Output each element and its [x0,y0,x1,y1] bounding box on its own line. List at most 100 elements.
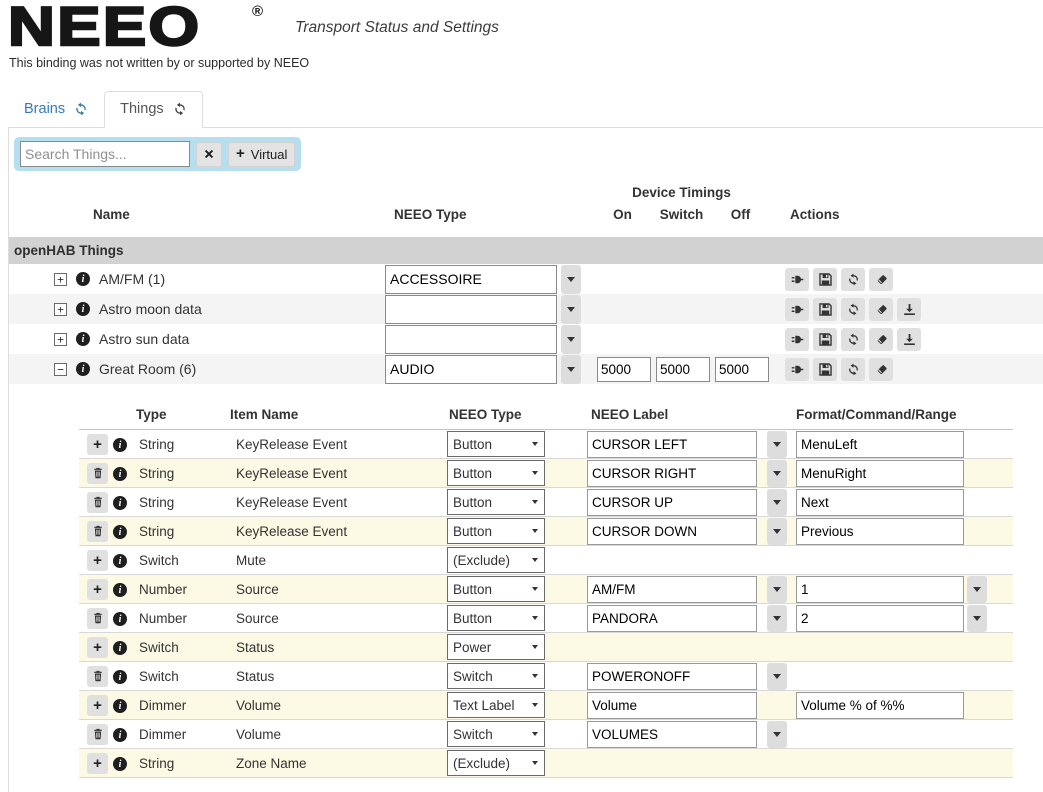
info-icon[interactable]: i [113,554,127,569]
delete-channel-button[interactable] [87,520,108,542]
info-icon[interactable]: i [113,757,127,772]
info-icon[interactable]: i [113,728,127,743]
format-dropdown-button[interactable] [967,575,987,603]
channel-neeo-type-select[interactable]: (Exclude) [447,750,545,776]
format-command-range-input[interactable] [796,488,964,516]
neeo-type-input[interactable] [385,294,557,324]
neeo-label-input[interactable] [587,720,757,748]
channel-neeo-type-select[interactable]: Power [447,634,545,660]
neeo-label-dropdown-button[interactable] [767,488,787,516]
channel-neeo-type-select[interactable]: Switch [447,721,545,747]
add-channel-button[interactable]: + [87,433,108,455]
format-dropdown-button[interactable] [967,604,987,632]
delete-channel-button[interactable] [87,723,108,745]
neeo-label-dropdown-button[interactable] [767,430,787,458]
expand-icon[interactable]: + [54,272,67,286]
timing-switch-input[interactable] [656,356,710,382]
info-icon[interactable]: i [113,467,127,482]
neeo-label-dropdown-button[interactable] [767,459,787,487]
neeo-label-dropdown-button[interactable] [767,662,787,690]
delete-channel-button[interactable] [87,607,108,629]
neeo-label-input[interactable] [587,430,757,458]
delete-channel-button[interactable] [87,462,108,484]
add-virtual-button[interactable]: + Virtual [228,141,296,167]
refresh-button[interactable] [841,267,865,291]
channel-neeo-type-select[interactable]: Button [447,460,545,486]
info-icon[interactable]: i [113,583,127,598]
info-icon[interactable]: i [113,438,127,453]
search-input[interactable] [20,141,190,167]
info-icon[interactable]: i [113,641,127,656]
channel-neeo-type-select[interactable]: Button [447,576,545,602]
eraser-button[interactable] [869,357,893,381]
neeo-label-dropdown-button[interactable] [767,720,787,748]
info-icon[interactable]: i [76,362,90,376]
neeo-label-input[interactable] [587,662,757,690]
channel-neeo-type-select[interactable]: (Exclude) [447,547,545,573]
refresh-icon[interactable] [173,102,187,116]
neeo-label-input[interactable] [587,488,757,516]
neeo-label-input[interactable] [587,459,757,487]
neeo-label-input[interactable] [587,575,757,603]
delete-channel-button[interactable] [87,665,108,687]
refresh-button[interactable] [841,297,865,321]
neeo-type-input[interactable] [385,324,557,354]
format-command-range-input[interactable] [796,430,964,458]
plug-button[interactable] [785,297,809,321]
neeo-label-dropdown-button[interactable] [767,604,787,632]
add-channel-button[interactable]: + [87,752,108,774]
save-button[interactable] [813,357,837,381]
format-command-range-input[interactable] [796,691,964,719]
add-channel-button[interactable]: + [87,549,108,571]
channel-neeo-type-select[interactable]: Button [447,605,545,631]
clear-search-button[interactable] [196,141,222,167]
delete-channel-button[interactable] [87,491,108,513]
plug-button[interactable] [785,357,809,381]
collapse-icon[interactable]: − [54,362,67,376]
neeo-label-input[interactable] [587,604,757,632]
refresh-button[interactable] [841,357,865,381]
neeo-type-input[interactable] [385,354,557,384]
add-channel-button[interactable]: + [87,636,108,658]
info-icon[interactable]: i [113,699,127,714]
neeo-type-dropdown-button[interactable] [561,294,581,324]
refresh-button[interactable] [841,327,865,351]
download-button[interactable] [897,327,921,351]
neeo-label-dropdown-button[interactable] [767,575,787,603]
format-command-range-input[interactable] [796,517,964,545]
add-channel-button[interactable]: + [87,694,108,716]
neeo-type-dropdown-button[interactable] [561,264,581,294]
save-button[interactable] [813,327,837,351]
timing-off-input[interactable] [715,356,769,382]
add-channel-button[interactable]: + [87,578,108,600]
eraser-button[interactable] [869,297,893,321]
info-icon[interactable]: i [113,525,127,540]
download-button[interactable] [897,297,921,321]
neeo-type-input[interactable] [385,264,557,294]
channel-neeo-type-select[interactable]: Button [447,489,545,515]
info-icon[interactable]: i [113,612,127,627]
info-icon[interactable]: i [76,302,90,316]
tab-brains[interactable]: Brains [8,91,104,128]
format-command-range-input[interactable] [796,459,964,487]
neeo-label-input[interactable] [587,691,757,719]
neeo-label-input[interactable] [587,517,757,545]
save-button[interactable] [813,297,837,321]
eraser-button[interactable] [869,267,893,291]
timing-on-input[interactable] [597,356,651,382]
info-icon[interactable]: i [76,272,90,286]
neeo-type-dropdown-button[interactable] [561,354,581,384]
info-icon[interactable]: i [76,332,90,346]
save-button[interactable] [813,267,837,291]
plug-button[interactable] [785,327,809,351]
expand-icon[interactable]: + [54,302,67,316]
info-icon[interactable]: i [113,670,127,685]
plug-button[interactable] [785,267,809,291]
neeo-type-dropdown-button[interactable] [561,324,581,354]
channel-neeo-type-select[interactable]: Button [447,431,545,457]
eraser-button[interactable] [869,327,893,351]
expand-icon[interactable]: + [54,332,67,346]
channel-neeo-type-select[interactable]: Button [447,518,545,544]
format-command-range-input[interactable] [796,604,964,632]
refresh-icon[interactable] [74,102,88,116]
